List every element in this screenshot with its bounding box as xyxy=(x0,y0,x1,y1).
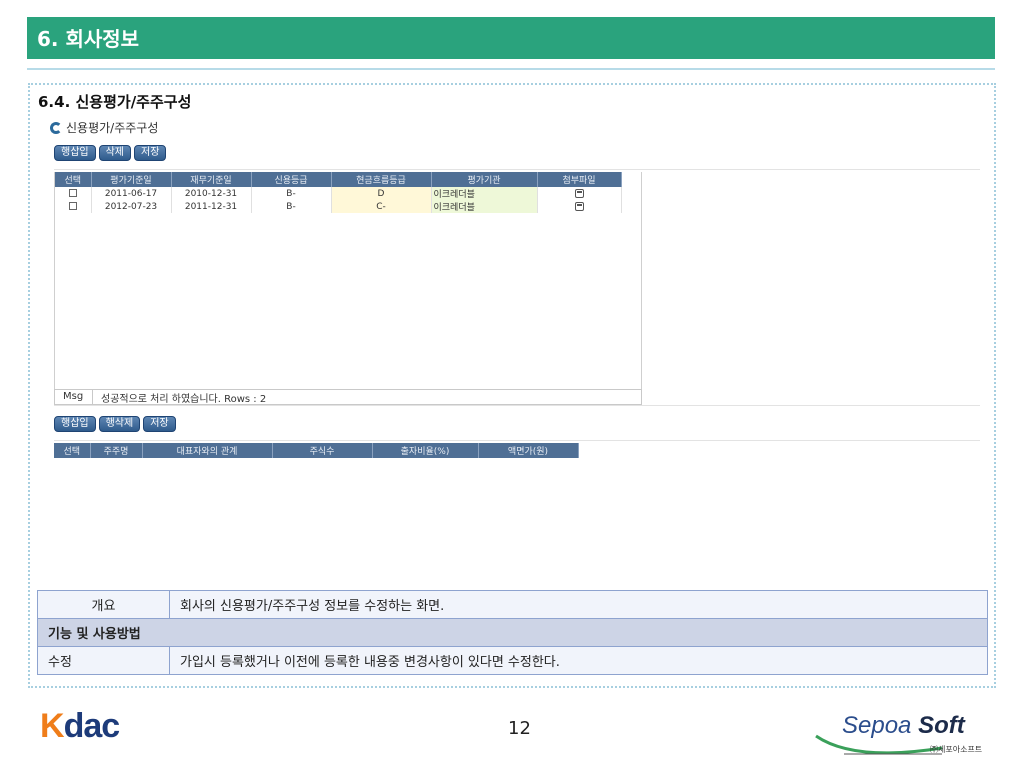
grade-cell: B- xyxy=(251,187,332,200)
usage-band: 기능 및 사용방법 xyxy=(37,618,988,647)
col-attachment[interactable]: 첨부파일 xyxy=(537,172,622,187)
top-button-row: 행삽입 삭제 저장 xyxy=(54,145,167,161)
attachment-cell[interactable] xyxy=(537,200,622,213)
swoosh-icon xyxy=(815,734,943,755)
row-select-cell[interactable] xyxy=(55,187,92,200)
page-number: 12 xyxy=(508,718,531,739)
eval-date-cell: 2011-06-17 xyxy=(91,187,172,200)
header-underline xyxy=(27,68,995,70)
table-row[interactable]: 2012-07-23 2011-12-31 B- C- 이크레더블 xyxy=(55,200,622,213)
message-bar: Msg 성공적으로 처리 하였습니다. Rows : 2 xyxy=(54,389,642,405)
share-table: 선택 주주명 대표자와의 관계 주식수 출자비율(%) 액면가(원) xyxy=(54,443,579,458)
row-select-cell[interactable] xyxy=(55,200,92,213)
share-grid: 선택 주주명 대표자와의 관계 주식수 출자비율(%) 액면가(원) xyxy=(54,443,642,589)
col-eval-date[interactable]: 평가기준일 xyxy=(91,172,172,187)
overview-key: 개요 xyxy=(37,590,170,619)
row-checkbox[interactable] xyxy=(68,189,77,197)
agency-cell[interactable]: 이크레더블 xyxy=(431,187,538,200)
delete-button[interactable]: 삭제 xyxy=(98,145,132,161)
agency-cell[interactable]: 이크레더블 xyxy=(431,200,538,213)
edit-value: 가입시 등록했거나 이전에 등록한 내용중 변경사항이 있다면 수정한다. xyxy=(169,646,988,675)
bottom-button-row: 행삽입 행삭제 저장 xyxy=(54,416,176,432)
table-row[interactable]: 2011-06-17 2010-12-31 B- D 이크레더블 xyxy=(55,187,622,200)
page-header: 6. 회사정보 xyxy=(27,17,995,59)
col-grade[interactable]: 신용등급 xyxy=(251,172,332,187)
col-fin-date[interactable]: 재무기준일 xyxy=(171,172,252,187)
col-select[interactable]: 선택 xyxy=(55,172,92,187)
divider xyxy=(54,440,980,441)
row-checkbox[interactable] xyxy=(68,202,77,210)
screen-title-label: 신용평가/주주구성 xyxy=(66,121,159,135)
eval-date-cell: 2012-07-23 xyxy=(91,200,172,213)
message-label: Msg xyxy=(55,390,93,404)
attachment-cell[interactable] xyxy=(537,187,622,200)
col-select[interactable]: 선택 xyxy=(54,443,91,458)
message-text: 성공적으로 처리 하였습니다. Rows : 2 xyxy=(101,393,267,405)
col-holder-name[interactable]: 주주명 xyxy=(90,443,143,458)
col-ratio[interactable]: 출자비율(%) xyxy=(372,443,479,458)
section-title: 6.4. 신용평가/주주구성 xyxy=(38,93,192,111)
grade-cell: B- xyxy=(251,200,332,213)
bullet-icon xyxy=(50,121,62,134)
kdac-logo: Kdac xyxy=(40,707,120,745)
sepoa-logo: Sepoa Soft ㈜세포아소프트 xyxy=(814,712,1004,762)
col-relation[interactable]: 대표자와의 관계 xyxy=(142,443,273,458)
insert-row-button[interactable]: 행삽입 xyxy=(54,416,96,432)
disk-icon[interactable] xyxy=(574,201,584,211)
save-button[interactable]: 저장 xyxy=(143,416,176,432)
edit-key: 수정 xyxy=(37,646,170,675)
save-button[interactable]: 저장 xyxy=(134,145,167,161)
col-par-value[interactable]: 액면가(원) xyxy=(478,443,579,458)
disk-icon[interactable] xyxy=(574,188,584,198)
col-agency[interactable]: 평가기관 xyxy=(431,172,538,187)
divider xyxy=(54,405,980,406)
page-title: 6. 회사정보 xyxy=(37,27,140,51)
fin-date-cell: 2011-12-31 xyxy=(171,200,252,213)
delete-row-button[interactable]: 행삭제 xyxy=(98,416,141,432)
col-cash-grade[interactable]: 현금흐름등급 xyxy=(331,172,432,187)
description-table: 개요 회사의 신용평가/주주구성 정보를 수정하는 화면. 기능 및 사용방법 … xyxy=(37,590,988,675)
fin-date-cell: 2010-12-31 xyxy=(171,187,252,200)
divider xyxy=(54,169,980,170)
col-share-count[interactable]: 주식수 xyxy=(272,443,373,458)
cash-grade-cell[interactable]: D xyxy=(331,187,432,200)
insert-row-button[interactable]: 행삽입 xyxy=(54,145,96,161)
credit-table: 선택 평가기준일 재무기준일 신용등급 현금흐름등급 평가기관 첨부파일 201… xyxy=(55,172,622,213)
cash-grade-cell[interactable]: C- xyxy=(331,200,432,213)
screen-title: 신용평가/주주구성 xyxy=(50,119,158,136)
overview-value: 회사의 신용평가/주주구성 정보를 수정하는 화면. xyxy=(169,590,988,619)
credit-grid: 선택 평가기준일 재무기준일 신용등급 현금흐름등급 평가기관 첨부파일 201… xyxy=(54,172,642,389)
